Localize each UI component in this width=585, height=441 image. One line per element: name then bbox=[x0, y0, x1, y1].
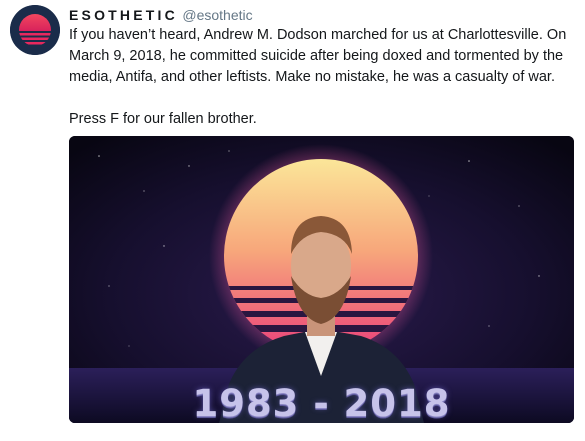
tweet-image[interactable]: 1983 - 2018 bbox=[69, 136, 574, 423]
display-name[interactable]: ESOTHETIC bbox=[69, 7, 178, 23]
tweet-paragraph: If you haven’t heard, Andrew M. Dodson m… bbox=[69, 27, 567, 85]
tweet-header: ESOTHETIC @esothetic bbox=[69, 7, 253, 25]
user-handle[interactable]: @esothetic bbox=[182, 7, 252, 23]
avatar[interactable] bbox=[10, 5, 60, 55]
years-overlay-text: 1983 - 2018 bbox=[192, 382, 451, 423]
sunset-logo-icon bbox=[10, 5, 60, 55]
tweet-paragraph: Press F for our fallen brother. bbox=[69, 111, 257, 127]
tweet: ESOTHETIC @esothetic If you haven’t hear… bbox=[0, 0, 585, 441]
tweet-text: If you haven’t heard, Andrew M. Dodson m… bbox=[69, 25, 574, 130]
synthwave-portrait-image bbox=[69, 136, 574, 423]
